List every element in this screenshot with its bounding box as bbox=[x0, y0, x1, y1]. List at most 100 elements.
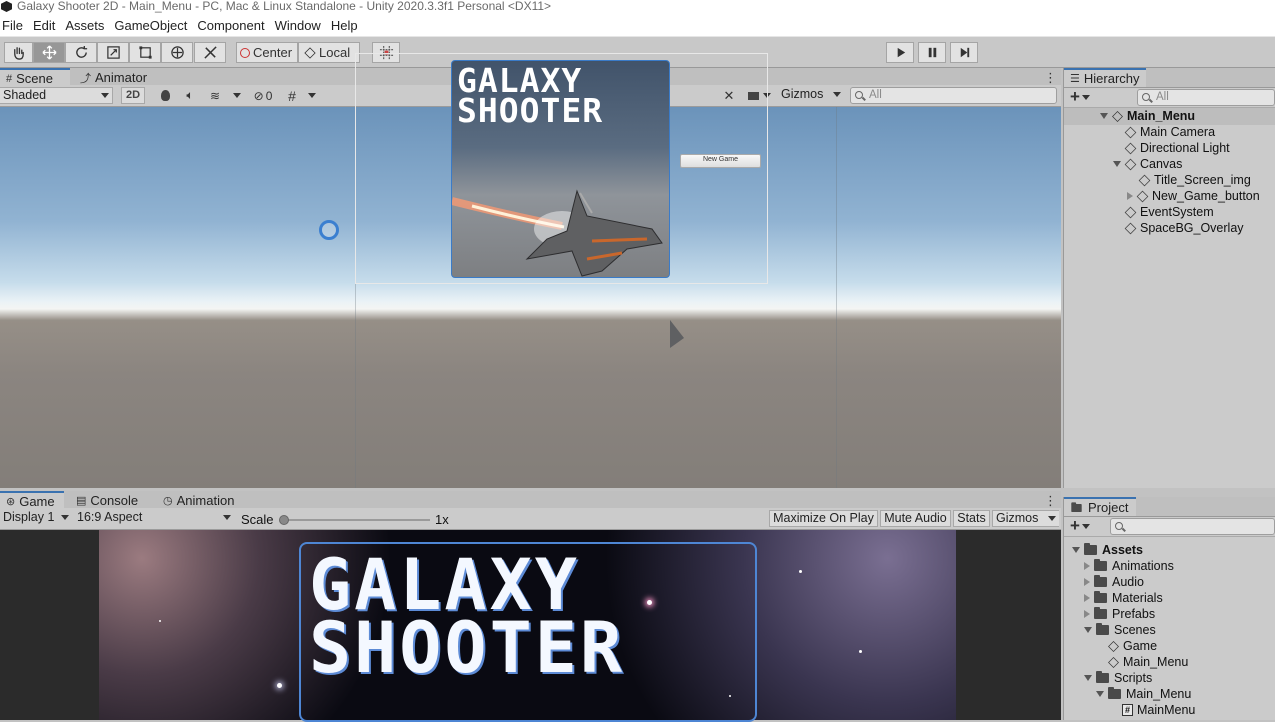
game-gizmos-dropdown[interactable]: Gizmos bbox=[992, 510, 1059, 527]
hierarchy-search-input[interactable]: All bbox=[1137, 89, 1275, 106]
hand-tool-button[interactable] bbox=[4, 42, 33, 63]
project-folder[interactable]: Scenes bbox=[1084, 622, 1156, 638]
folder-icon bbox=[1094, 607, 1107, 619]
project-scene-file[interactable]: Game bbox=[1108, 638, 1157, 654]
move-tool-button[interactable] bbox=[33, 42, 65, 63]
menu-edit[interactable]: Edit bbox=[31, 18, 60, 33]
hierarchy-item[interactable]: EventSystem bbox=[1124, 204, 1214, 220]
tab-project[interactable]: Project bbox=[1064, 497, 1136, 516]
move-icon bbox=[41, 45, 57, 60]
effects-dropdown[interactable] bbox=[230, 87, 244, 104]
menu-window[interactable]: Window bbox=[273, 18, 326, 33]
grid-toggle[interactable]: # bbox=[283, 87, 301, 104]
add-object-button[interactable]: + bbox=[1070, 87, 1090, 107]
speaker-icon: 🔈︎ bbox=[186, 88, 194, 102]
hidden-count: 0 bbox=[265, 88, 273, 103]
pause-button[interactable] bbox=[918, 42, 946, 63]
audio-toggle[interactable]: 🔈︎ bbox=[180, 87, 200, 104]
tab-animation-label: Animation bbox=[176, 493, 235, 508]
hierarchy-item[interactable]: SpaceBG_Overlay bbox=[1124, 220, 1244, 236]
tab-console-label: Console bbox=[90, 493, 139, 508]
scale-slider-thumb[interactable] bbox=[279, 515, 289, 525]
step-button[interactable] bbox=[950, 42, 978, 63]
project-folder[interactable]: Audio bbox=[1084, 574, 1144, 590]
project-scene-file[interactable]: Main_Menu bbox=[1108, 654, 1188, 670]
lighting-toggle[interactable] bbox=[155, 87, 175, 104]
scale-icon bbox=[106, 46, 120, 59]
play-button[interactable] bbox=[886, 42, 914, 63]
2d-toggle[interactable]: 2D bbox=[121, 87, 145, 104]
scene-search-input[interactable]: All bbox=[850, 87, 1057, 104]
hierarchy-item[interactable]: Main Camera bbox=[1124, 124, 1216, 140]
scene-tab-menu-icon[interactable]: ⋮ bbox=[1044, 70, 1057, 86]
menu-assets[interactable]: Assets bbox=[63, 18, 109, 33]
hierarchy-item-label: Main Camera bbox=[1140, 125, 1216, 139]
folder-label: Scripts bbox=[1114, 671, 1153, 685]
transform-tool-button[interactable] bbox=[161, 42, 193, 63]
scale-tool-button[interactable] bbox=[97, 42, 129, 63]
hierarchy-item[interactable]: New_Game_button bbox=[1127, 188, 1260, 204]
mute-audio-toggle[interactable]: Mute Audio bbox=[880, 510, 951, 527]
title-screen-image[interactable]: GALAXY SHOOTER bbox=[451, 60, 670, 278]
maximize-on-play-toggle[interactable]: Maximize On Play bbox=[769, 510, 878, 527]
project-search-input[interactable] bbox=[1110, 518, 1275, 535]
folder-label: Audio bbox=[1112, 575, 1144, 589]
project-assets-root[interactable]: Assets bbox=[1072, 542, 1143, 558]
hierarchy-item-label: SpaceBG_Overlay bbox=[1140, 221, 1244, 235]
chevron-down-icon bbox=[1081, 524, 1090, 530]
game-tab-menu-icon[interactable]: ⋮ bbox=[1044, 493, 1057, 509]
menu-gameobject[interactable]: GameObject bbox=[112, 18, 192, 33]
hidden-objects-toggle[interactable]: ⊘ 0 bbox=[248, 87, 278, 104]
tab-hierarchy[interactable]: ☰ Hierarchy bbox=[1064, 68, 1146, 87]
scene-file-label: Game bbox=[1123, 639, 1158, 653]
project-folder[interactable]: Materials bbox=[1084, 590, 1163, 606]
hierarchy-tab-bar: ☰ Hierarchy bbox=[1064, 68, 1275, 88]
effects-toggle[interactable]: ≋ bbox=[205, 87, 225, 104]
hierarchy-item[interactable]: Directional Light bbox=[1124, 140, 1230, 156]
project-folder[interactable]: Animations bbox=[1084, 558, 1174, 574]
eye-slash-icon: ⊘ bbox=[253, 88, 264, 103]
console-icon: ▤ bbox=[76, 495, 87, 507]
scale-slider-track[interactable] bbox=[283, 519, 430, 521]
menu-file[interactable]: File bbox=[0, 18, 28, 33]
menu-bar: File Edit Assets GameObject Component Wi… bbox=[0, 15, 1275, 37]
hierarchy-scene-root[interactable]: Main_Menu bbox=[1100, 108, 1195, 124]
project-script-file[interactable]: # MainMenu bbox=[1122, 702, 1195, 718]
rotate-tool-button[interactable] bbox=[65, 42, 97, 63]
scene-title-line2: SHOOTER bbox=[457, 90, 604, 130]
game-controls-bar: Display 1 16:9 Aspect Scale 1x Maximize … bbox=[0, 508, 1061, 530]
expand-arrow-icon bbox=[1100, 113, 1108, 119]
animator-icon: ⤴ bbox=[80, 72, 91, 85]
chevron-down-icon bbox=[308, 93, 316, 98]
grid-dropdown[interactable] bbox=[305, 87, 319, 104]
camera-gizmo-icon[interactable] bbox=[319, 220, 339, 240]
scene-name: Main_Menu bbox=[1127, 109, 1196, 123]
transform-icon bbox=[170, 46, 184, 59]
collapse-arrow-icon bbox=[1084, 594, 1090, 602]
display-dropdown[interactable]: Display 1 bbox=[0, 510, 72, 527]
custom-tool-button[interactable] bbox=[194, 42, 226, 63]
menu-component[interactable]: Component bbox=[195, 18, 269, 33]
rect-tool-button[interactable] bbox=[129, 42, 161, 63]
aspect-dropdown[interactable]: 16:9 Aspect bbox=[74, 510, 234, 527]
hierarchy-item[interactable]: Title_Screen_img bbox=[1138, 172, 1251, 188]
expand-arrow-icon bbox=[1084, 627, 1092, 633]
folder-label: Materials bbox=[1112, 591, 1163, 605]
shading-mode-dropdown[interactable]: Shaded bbox=[0, 87, 113, 104]
search-icon bbox=[1115, 522, 1123, 530]
folder-icon bbox=[1108, 687, 1121, 699]
new-game-button-preview[interactable]: New Game bbox=[680, 154, 761, 168]
pivot-space-toggle[interactable]: Local bbox=[298, 42, 360, 63]
pivot-center-toggle[interactable]: Center bbox=[236, 42, 298, 63]
project-folder[interactable]: Prefabs bbox=[1084, 606, 1155, 622]
project-folder[interactable]: Main_Menu bbox=[1096, 686, 1191, 702]
tools-icon bbox=[203, 46, 217, 59]
hierarchy-item[interactable]: Canvas bbox=[1113, 156, 1182, 172]
stats-toggle[interactable]: Stats bbox=[953, 510, 990, 527]
project-folder[interactable]: Scripts bbox=[1084, 670, 1152, 686]
create-asset-button[interactable]: + bbox=[1070, 516, 1090, 536]
chevron-down-icon bbox=[833, 92, 841, 97]
menu-help[interactable]: Help bbox=[329, 18, 363, 33]
chevron-down-icon bbox=[223, 515, 231, 520]
gizmos-dropdown[interactable]: Gizmos bbox=[778, 87, 844, 104]
